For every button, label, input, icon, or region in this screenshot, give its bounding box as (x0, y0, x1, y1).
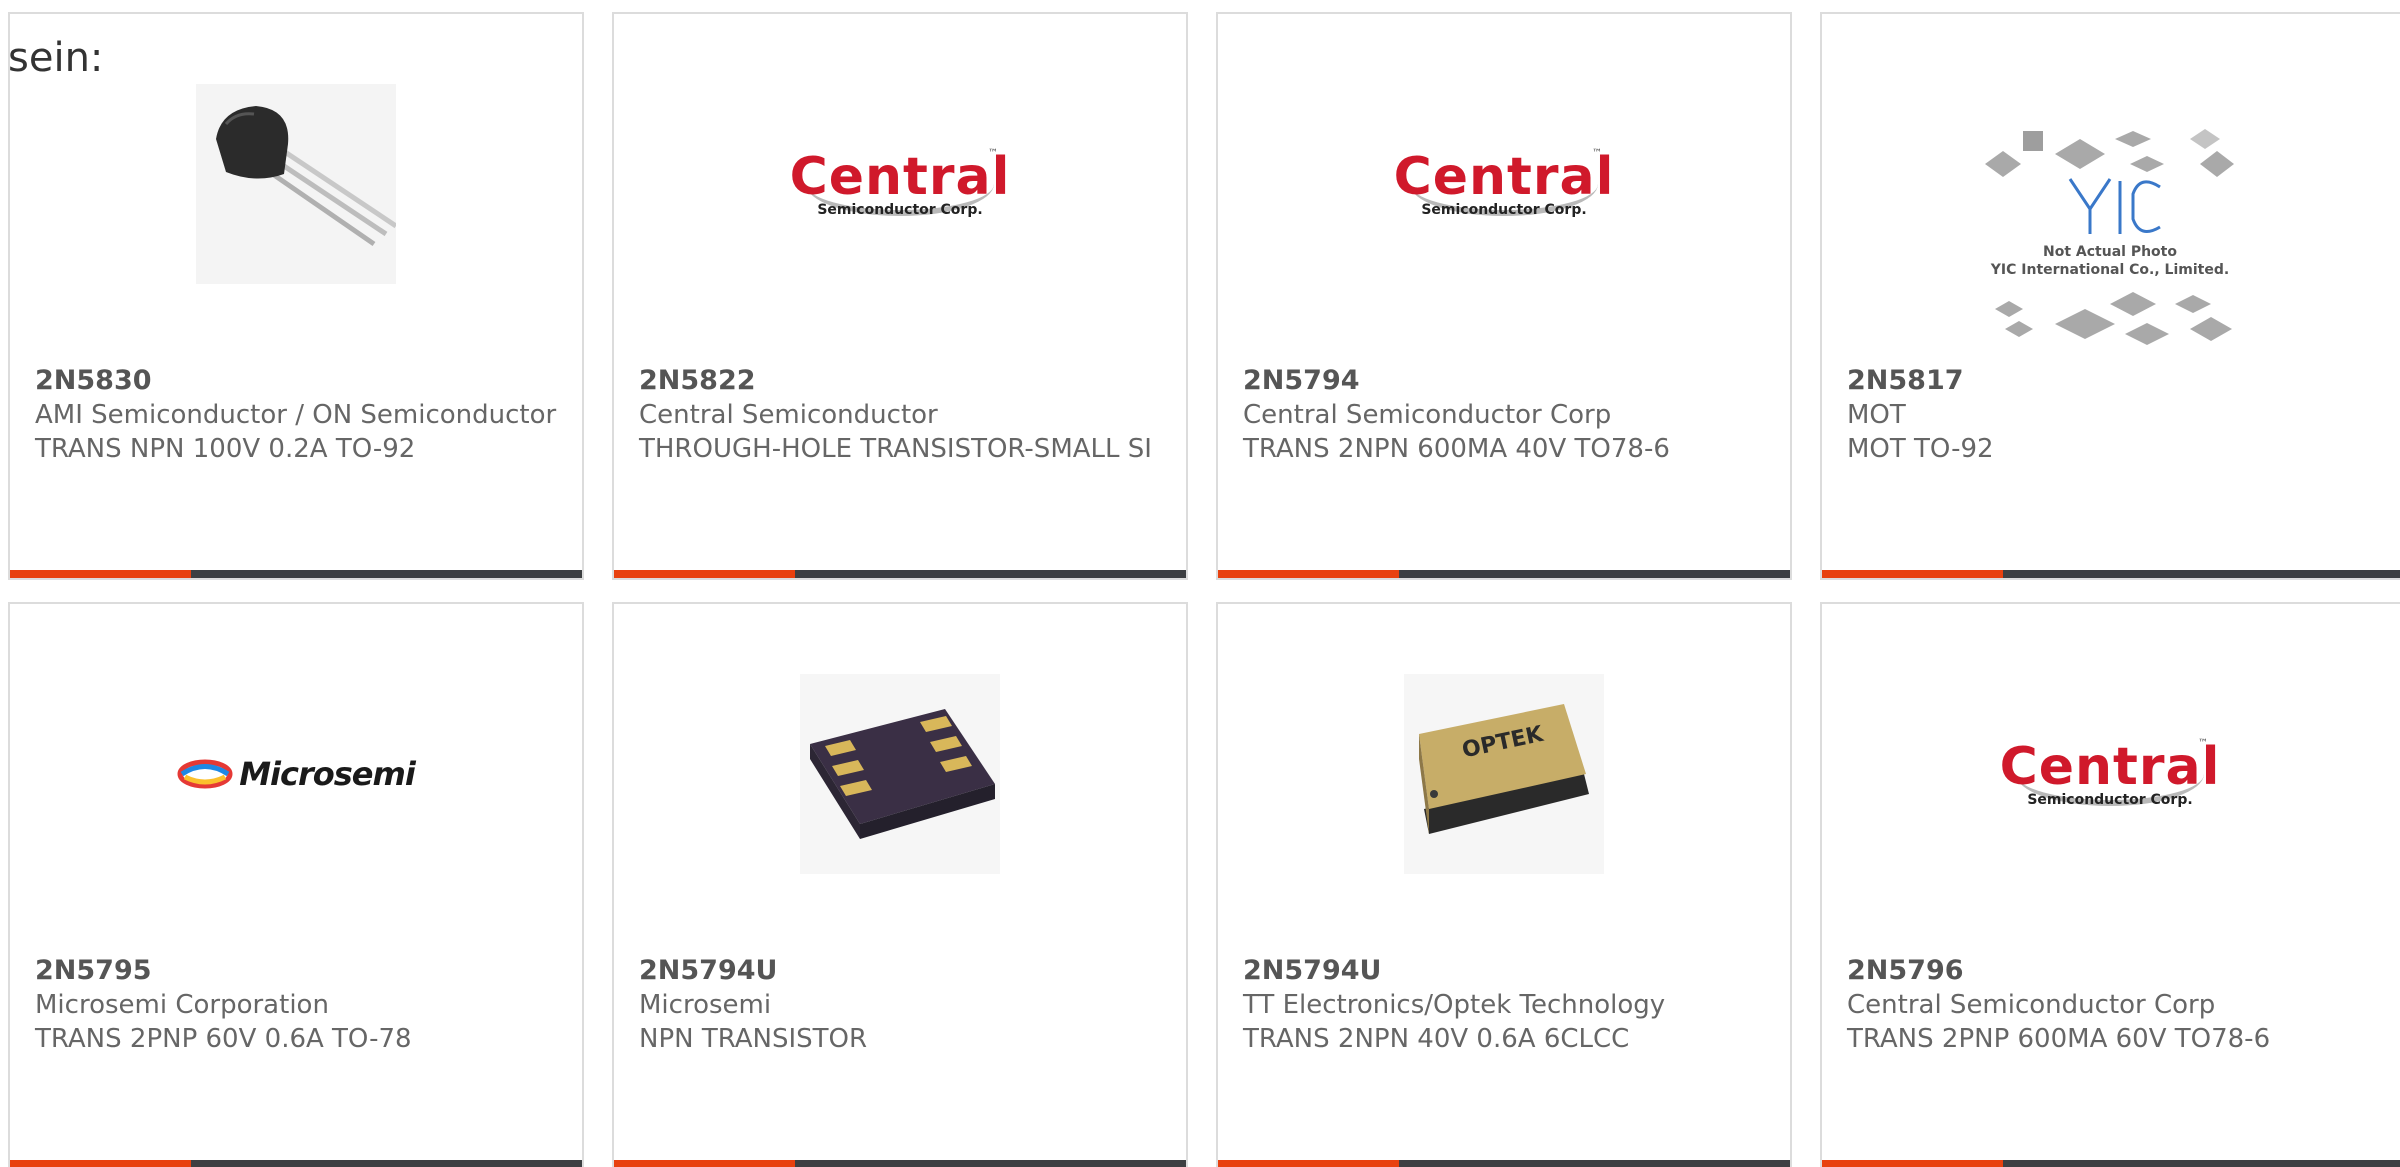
product-card[interactable]: OPTEK 2N5794U TT Electronics/Optek Techn… (1216, 602, 1792, 1167)
card-accent-bar (10, 570, 582, 578)
card-accent-bar (614, 1160, 1186, 1167)
part-number[interactable]: 2N5796 (1847, 954, 2388, 988)
product-card[interactable]: 2N5794U Microsemi NPN TRANSISTOR (612, 602, 1188, 1167)
part-number[interactable]: 2N5795 (35, 954, 562, 988)
description: NPN TRANSISTOR (639, 1024, 868, 1054)
product-card[interactable]: Central Semiconductor Corp. ™ 2N5822 Cen… (612, 12, 1188, 580)
card-accent-bar (1822, 1160, 2400, 1167)
description: TRANS 2PNP 60V 0.6A TO-78 (35, 1024, 412, 1054)
description: TRANS 2NPN 600MA 40V TO78-6 (1243, 434, 1670, 464)
product-image-yic-placeholder[interactable]: Not Actual Photo YIC International Co., … (1822, 94, 2398, 364)
description: TRANS 2PNP 600MA 60V TO78-6 (1847, 1024, 2271, 1054)
part-number[interactable]: 2N5817 (1847, 364, 2388, 398)
card-accent-bar (614, 570, 1186, 578)
card-accent-bar (10, 1160, 582, 1167)
manufacturer: Microsemi Corporation (35, 990, 329, 1020)
manufacturer: Central Semiconductor Corp (1243, 400, 1612, 430)
lead-text: sein: (8, 35, 104, 81)
description: MOT TO-92 (1847, 434, 1994, 464)
description: TRANS 2NPN 40V 0.6A 6CLCC (1243, 1024, 1630, 1054)
manufacturer: TT Electronics/Optek Technology (1243, 990, 1666, 1020)
optek-package-image: OPTEK (1404, 674, 1604, 874)
product-image-microsemi-logo[interactable]: Microsemi (10, 644, 582, 904)
description: THROUGH-HOLE TRANSISTOR-SMALL SI (639, 434, 1152, 464)
manufacturer: MOT (1847, 400, 1906, 430)
product-grid-page: sein: 2N5830 AMI Semiconductor / ON Semi… (0, 0, 2400, 1167)
yic-placeholder-image: Not Actual Photo YIC International Co., … (1975, 109, 2245, 349)
central-logo: Central Semiconductor Corp. ™ (1999, 737, 2221, 808)
part-number[interactable]: 2N5830 (35, 364, 562, 398)
card-accent-bar (1218, 570, 1790, 578)
microsemi-logo: Microsemi (177, 755, 416, 793)
product-image-transistor-to92[interactable] (10, 54, 582, 314)
part-number[interactable]: 2N5794U (1243, 954, 1770, 988)
manufacturer: Microsemi (639, 990, 772, 1020)
part-number[interactable]: 2N5794U (639, 954, 1166, 988)
product-card[interactable]: 2N5830 AMI Semiconductor / ON Semiconduc… (8, 12, 584, 580)
product-image-central-logo[interactable]: Central Semiconductor Corp. ™ (1822, 644, 2398, 904)
part-number[interactable]: 2N5822 (639, 364, 1166, 398)
product-card[interactable]: Central Semiconductor Corp. ™ 2N5796 Cen… (1820, 602, 2400, 1167)
product-image-smd-package[interactable] (614, 644, 1186, 904)
central-logo: Central Semiconductor Corp. ™ (789, 147, 1011, 218)
transistor-to92-image (196, 84, 396, 284)
smd-package-image (800, 674, 1000, 874)
product-image-central-logo[interactable]: Central Semiconductor Corp. ™ (1218, 54, 1790, 314)
description: TRANS NPN 100V 0.2A TO-92 (35, 434, 416, 464)
card-accent-bar (1822, 570, 2400, 578)
product-image-central-logo[interactable]: Central Semiconductor Corp. ™ (614, 54, 1186, 314)
yic-caption-line1: Not Actual Photo (2043, 244, 2177, 260)
manufacturer: AMI Semiconductor / ON Semiconductor (35, 400, 557, 430)
product-card[interactable]: Not Actual Photo YIC International Co., … (1820, 12, 2400, 580)
card-accent-bar (1218, 1160, 1790, 1167)
product-image-optek-package[interactable]: OPTEK (1218, 644, 1790, 904)
manufacturer: Central Semiconductor (639, 400, 938, 430)
yic-caption-line2: YIC International Co., Limited. (1990, 262, 2230, 278)
manufacturer: Central Semiconductor Corp (1847, 990, 2216, 1020)
central-logo: Central Semiconductor Corp. ™ (1393, 147, 1615, 218)
part-number[interactable]: 2N5794 (1243, 364, 1770, 398)
product-card[interactable]: Central Semiconductor Corp. ™ 2N5794 Cen… (1216, 12, 1792, 580)
product-card[interactable]: Microsemi 2N5795 Microsemi Corporation T… (8, 602, 584, 1167)
